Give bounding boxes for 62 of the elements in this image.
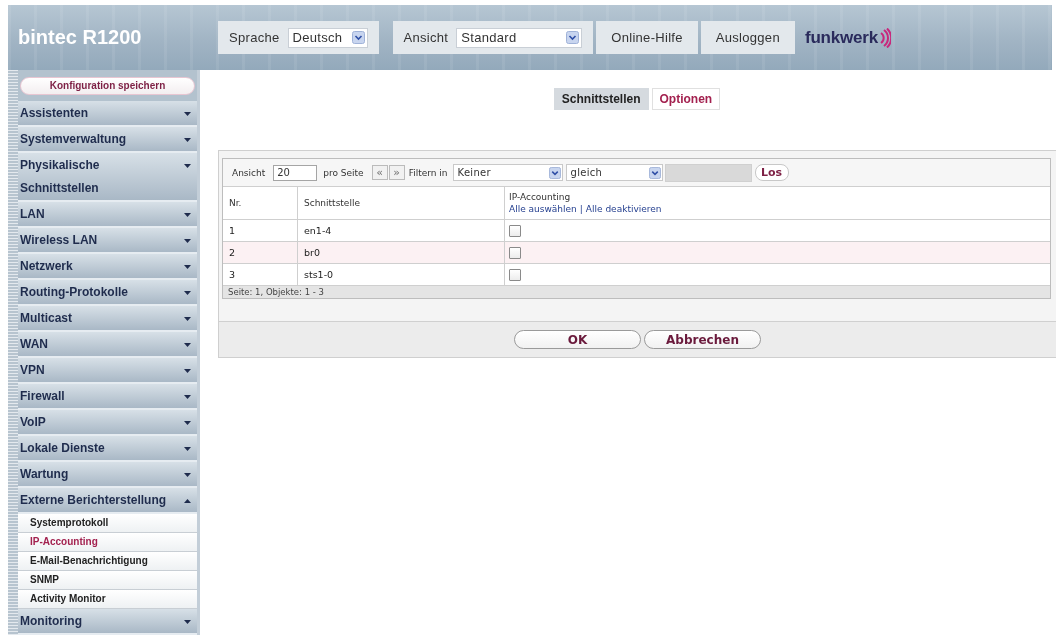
table-cell: br0	[304, 247, 320, 258]
sidebar-item[interactable]: WAN	[18, 332, 197, 358]
view-label: Ansicht	[403, 30, 449, 45]
column-header: IP-Accounting	[509, 192, 572, 202]
go-button[interactable]: Los	[754, 164, 789, 181]
checkbox[interactable]	[509, 246, 521, 259]
sidebar-item[interactable]: LAN	[18, 202, 197, 228]
sidebar-item[interactable]: VoIP	[18, 410, 197, 436]
filter-value-field[interactable]	[664, 163, 752, 182]
sidebar-subitem[interactable]: IP-Accounting	[18, 533, 197, 552]
signal-waves-icon	[878, 27, 891, 48]
column-header: Nr.	[229, 198, 242, 208]
sidebar-item[interactable]: VPN	[18, 358, 197, 384]
sidebar-item[interactable]: Lokale Dienste	[18, 436, 197, 462]
chevron-down-icon	[566, 31, 580, 44]
tab[interactable]: Schnittstellen	[553, 88, 649, 110]
column-header: Schnittstelle	[304, 198, 360, 208]
sidebar-item[interactable]: Assistenten	[18, 101, 197, 127]
header-link[interactable]: Online-Hilfe	[596, 21, 698, 54]
language-label: Sprache	[229, 30, 280, 45]
sidebar-item[interactable]: Physikalische Schnittstellen	[18, 153, 197, 202]
ok-button[interactable]: OK	[514, 330, 641, 349]
sidebar-item[interactable]: Multicast	[18, 306, 197, 332]
table-cell: sts1-0	[304, 269, 334, 280]
checkbox[interactable]	[509, 268, 521, 281]
sidebar-item[interactable]: Wartung	[18, 462, 197, 488]
language-select[interactable]: Deutsch	[287, 27, 368, 48]
select-all-link[interactable]: Alle auswählen	[509, 204, 577, 214]
checkbox[interactable]	[509, 224, 521, 237]
tab[interactable]: Optionen	[651, 88, 721, 110]
per-page-field[interactable]: 20	[273, 164, 318, 181]
sidebar-item[interactable]: Wireless LAN	[18, 228, 197, 254]
sidebar-item[interactable]: Systemverwaltung	[18, 127, 197, 153]
product-title: bintec R1200	[17, 26, 143, 49]
filter-label: Filtern in	[408, 167, 448, 178]
chevron-down-icon	[548, 166, 561, 179]
cancel-button[interactable]: Abbrechen	[644, 330, 761, 349]
table-cell: 1	[229, 225, 236, 236]
chevron-down-icon	[648, 166, 661, 179]
sidebar-subitem[interactable]: Activity Monitor	[18, 590, 197, 609]
sidebar-item[interactable]: Monitoring	[18, 609, 197, 635]
sidebar-item[interactable]: Netzwerk	[18, 254, 197, 280]
header-link[interactable]: Ausloggen	[700, 21, 795, 54]
pagination-info: Seite: 1, Objekte: 1 - 3	[223, 286, 1050, 298]
chevron-down-icon	[351, 31, 365, 44]
deselect-all-link[interactable]: Alle deaktivieren	[585, 204, 662, 214]
logo-wordmark: funkwerk	[804, 27, 878, 48]
view-label: Ansicht	[232, 167, 266, 178]
sidebar-item[interactable]: Externe Berichterstellung	[18, 488, 197, 514]
per-page-label: pro Seite	[323, 167, 364, 178]
filter-field-select[interactable]: Keiner	[452, 164, 563, 181]
table-cell: 2	[229, 247, 236, 258]
link-separator: |	[579, 204, 583, 214]
sidebar-item[interactable]: Firewall	[18, 384, 197, 410]
save-config-button[interactable]: Konfiguration speichern	[20, 76, 195, 95]
view-select[interactable]: Standard	[456, 27, 583, 48]
sidebar-subitem[interactable]: Systemprotokoll	[18, 514, 197, 533]
operator-select[interactable]: gleich	[565, 164, 663, 181]
table-cell: en1-4	[304, 225, 332, 236]
sidebar-item[interactable]: Routing-Protokolle	[18, 280, 197, 306]
sidebar-subitem[interactable]: SNMP	[18, 571, 197, 590]
table-cell: 3	[229, 269, 236, 280]
